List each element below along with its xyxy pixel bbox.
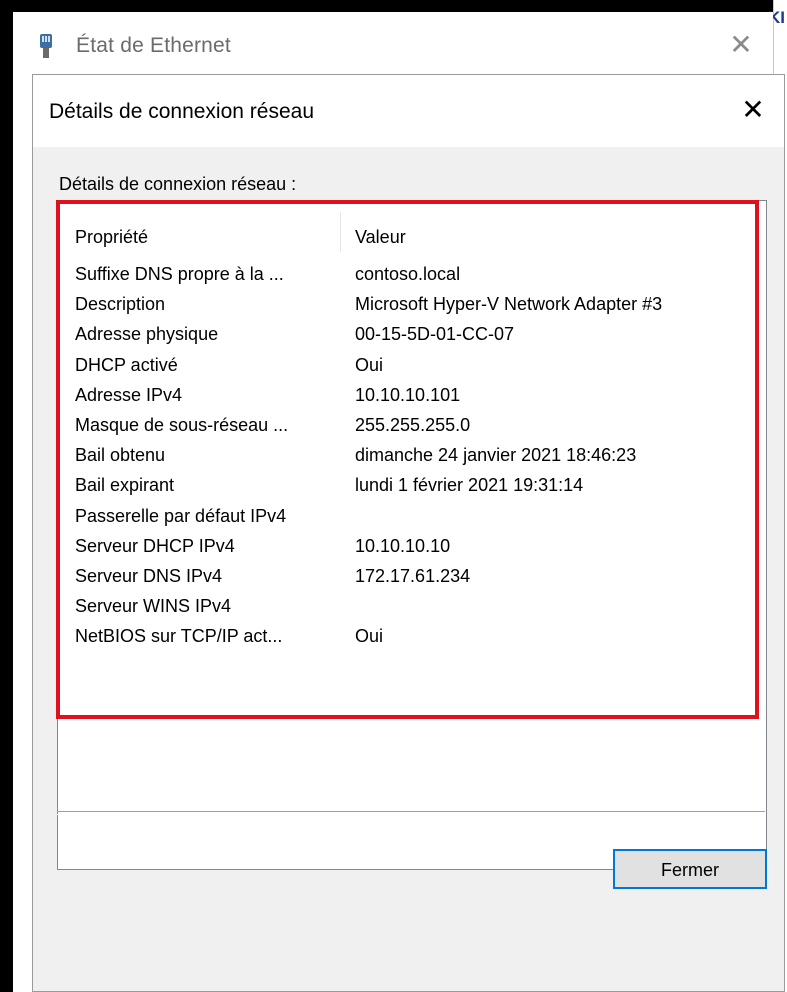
- row-property: Serveur DNS IPv4: [75, 565, 223, 586]
- ethernet-status-close-icon[interactable]: ✕: [726, 30, 756, 60]
- ethernet-status-title: État de Ethernet: [76, 34, 231, 57]
- row-property: Suffixe DNS propre à la ...: [75, 264, 284, 284]
- row-property: DHCP activé: [75, 354, 178, 375]
- screen: KI État de Ethernet ✕ Détails de connexi…: [0, 0, 787, 992]
- list-row[interactable]: Passerelle par défaut IPv4: [58, 500, 766, 530]
- close-button[interactable]: Fermer: [613, 849, 767, 889]
- column-header-value[interactable]: Valeur: [355, 227, 406, 248]
- row-value: Oui: [355, 354, 384, 375]
- list-row[interactable]: Serveur DHCP IPv4 10.10.10.10: [58, 530, 766, 560]
- list-row[interactable]: Adresse physique 00-15-5D-01-CC-07: [58, 318, 766, 348]
- row-value: 172.17.61.234: [355, 565, 471, 586]
- row-property: Adresse physique: [75, 324, 219, 345]
- row-property: Description: [75, 294, 166, 315]
- row-value: lundi 1 février 2021 19:31:14: [355, 475, 584, 496]
- row-property: Passerelle par défaut IPv4: [75, 505, 287, 526]
- list-row[interactable]: Masque de sous-réseau ... 255.255.255.0: [58, 409, 766, 439]
- row-value: 10.10.10.10: [355, 535, 451, 556]
- row-value: Microsoft Hyper-V Network Adapter #3: [355, 294, 663, 315]
- column-header-property[interactable]: Propriété: [75, 227, 148, 248]
- dialog-title: Détails de connexion réseau: [49, 100, 315, 123]
- list-row[interactable]: Serveur DNS IPv4 172.17.61.234: [58, 560, 766, 590]
- dialog-close-icon[interactable]: ✕: [738, 95, 768, 125]
- network-connection-details-dialog: Détails de connexion réseau ✕ Détails de…: [32, 74, 785, 992]
- ethernet-plug-icon: [39, 34, 53, 58]
- list-row[interactable]: Description Microsoft Hyper-V Network Ad…: [58, 288, 766, 318]
- list-header: Propriété Valeur: [58, 201, 766, 252]
- row-property: NetBIOS sur TCP/IP act...: [75, 626, 283, 647]
- list-row[interactable]: Suffixe DNS propre à la ... contoso.loca…: [58, 258, 766, 288]
- row-value: 00-15-5D-01-CC-07: [355, 324, 515, 345]
- list-rows: Suffixe DNS propre à la ... contoso.loca…: [58, 258, 766, 650]
- row-value: 255.255.255.0: [355, 414, 471, 435]
- list-row[interactable]: Serveur WINS IPv4: [58, 590, 766, 620]
- row-value: dimanche 24 janvier 2021 18:46:23: [355, 445, 637, 466]
- row-property: Serveur WINS IPv4: [75, 596, 232, 617]
- row-property: Adresse IPv4: [75, 384, 183, 405]
- list-row[interactable]: NetBIOS sur TCP/IP act... Oui: [58, 620, 766, 650]
- column-header-divider[interactable]: [340, 212, 341, 252]
- list-row[interactable]: Bail expirant lundi 1 février 2021 19:31…: [58, 469, 766, 499]
- list-row[interactable]: DHCP activé Oui: [58, 349, 766, 379]
- row-property: Bail expirant: [75, 475, 175, 496]
- details-group-label: Détails de connexion réseau :: [59, 174, 297, 194]
- list-row[interactable]: Bail obtenu dimanche 24 janvier 2021 18:…: [58, 439, 766, 469]
- list-row[interactable]: Adresse IPv4 10.10.10.101: [58, 379, 766, 409]
- row-value: Oui: [355, 626, 384, 647]
- row-property: Masque de sous-réseau ...: [75, 414, 289, 435]
- dialog-titlebar: Détails de connexion réseau ✕: [33, 75, 784, 147]
- row-value: contoso.local: [355, 264, 461, 284]
- row-value: 10.10.10.101: [355, 384, 461, 405]
- ethernet-status-titlebar: État de Ethernet ✕: [13, 12, 773, 80]
- row-property: Serveur DHCP IPv4: [75, 535, 235, 556]
- row-property: Bail obtenu: [75, 445, 166, 466]
- left-frame-edge: [0, 0, 13, 992]
- dialog-separator: [57, 811, 765, 815]
- details-list-view[interactable]: Propriété Valeur Suffixe DNS propre à la…: [57, 200, 767, 870]
